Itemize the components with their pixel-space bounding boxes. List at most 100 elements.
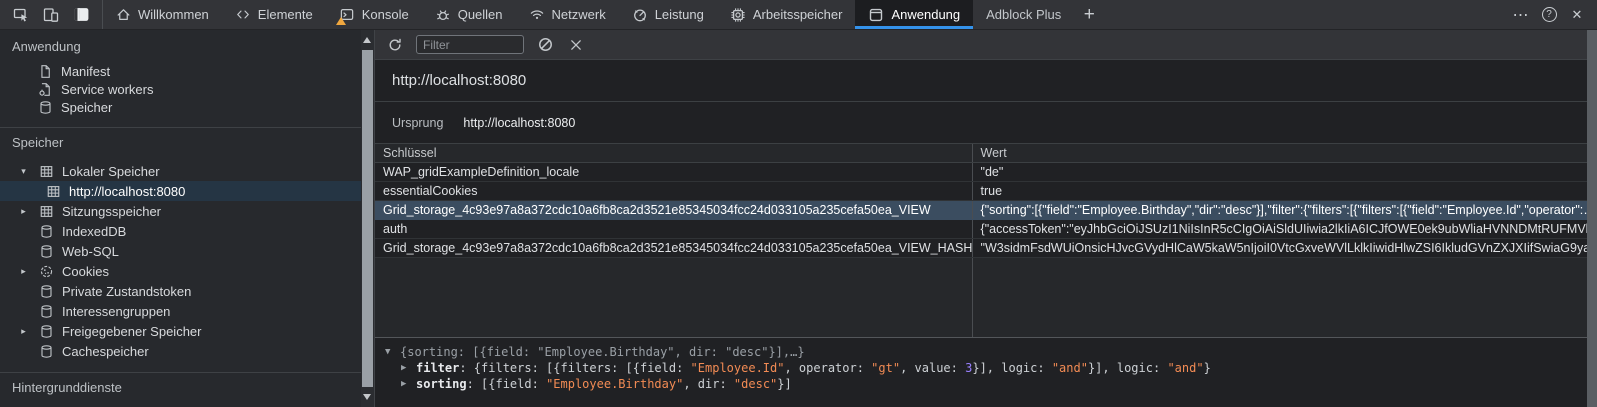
storage-key: Grid_storage_4c93e97a8a372cdc10a6fb8ca2d… [375, 239, 973, 257]
sidebar-scrollbar [361, 30, 374, 407]
sidebar-item-cookies[interactable]: ▸ Cookies [0, 261, 361, 281]
collapsed-arrow-icon[interactable]: ▶ [401, 376, 416, 392]
tab-arbeitsspeicher[interactable]: Arbeitsspeicher [717, 0, 856, 29]
storage-origin-title: http://localhost:8080 [375, 60, 1587, 102]
sidebar-item-lokaler-speicher[interactable]: ▾ Lokaler Speicher [0, 161, 361, 181]
sidebar-item-label: IndexedDB [62, 224, 126, 239]
tab-label: Anwendung [891, 7, 960, 22]
sidebar-item-label: Sitzungsspeicher [62, 204, 161, 219]
toolbar-icon-group [0, 0, 103, 29]
preview-sorting-property[interactable]: ▶ sorting: [{field: "Employee.Birthday",… [375, 376, 1587, 392]
tab-konsole[interactable]: Konsole [326, 0, 422, 29]
table-row[interactable]: auth {"accessToken":"eyJhbGciOiJSUzI1NiI… [375, 220, 1587, 239]
sidebar-item-indexeddb[interactable]: IndexedDB [0, 221, 361, 241]
storage-panel-toolbar [375, 30, 1587, 60]
sidebar-scrollbar-thumb[interactable] [362, 50, 373, 387]
wifi-icon [529, 7, 545, 22]
sidebar-item-service-workers[interactable]: Service workers [0, 80, 361, 98]
clear-all-icon[interactable] [535, 35, 555, 55]
sidebar-item-manifest[interactable]: Manifest [0, 62, 361, 80]
collapsed-arrow-icon[interactable]: ▶ [401, 360, 416, 376]
table-row[interactable]: essentialCookies true [375, 182, 1587, 201]
delete-selected-icon[interactable] [566, 35, 586, 55]
sidebar-item-label: Private Zustandstoken [62, 284, 191, 299]
filter-input[interactable] [416, 35, 524, 54]
refresh-icon[interactable] [385, 35, 405, 55]
preview-root-text: {sorting: [{field: "Employee.Birthday", … [400, 344, 805, 360]
inspect-element-icon[interactable] [6, 2, 36, 28]
database-icon [39, 284, 54, 299]
more-options-button[interactable]: ⋯ [1507, 2, 1535, 28]
table-header-row: Schlüssel Wert [375, 144, 1587, 163]
storage-value: {"sorting":[{"field":"Employee.Birthday"… [973, 201, 1587, 219]
tab-label: Netzwerk [552, 7, 606, 22]
device-toolbar-icon[interactable] [36, 2, 66, 28]
bug-icon [435, 7, 451, 23]
value-preview-pane: ▼ {sorting: [{field: "Employee.Birthday"… [375, 337, 1587, 407]
console-warning-badge-icon [336, 17, 346, 25]
sidebar-item-label: Cachespeicher [62, 344, 149, 359]
tab-leistung[interactable]: Leistung [619, 0, 717, 29]
console-icon [339, 7, 355, 22]
scroll-up-arrow-icon[interactable] [363, 37, 371, 43]
focus-dock-icon[interactable] [66, 2, 96, 28]
expand-arrow-icon[interactable]: ▾ [16, 166, 31, 177]
table-row-selected[interactable]: Grid_storage_4c93e97a8a372cdc10a6fb8ca2d… [375, 201, 1587, 220]
local-storage-panel: http://localhost:8080 Ursprung http://lo… [374, 30, 1587, 407]
database-icon [39, 224, 54, 239]
sidebar-item-web-sql[interactable]: Web-SQL [0, 241, 361, 261]
table-row[interactable]: WAP_gridExampleDefinition_locale "de" [375, 163, 1587, 182]
help-button[interactable]: ? [1535, 2, 1563, 28]
application-sidebar: Anwendung Manifest Service workers Speic… [0, 30, 361, 407]
cookie-icon [39, 264, 54, 279]
table-grid-icon [46, 184, 61, 199]
tab-anwendung[interactable]: Anwendung [855, 0, 973, 29]
origin-value: http://localhost:8080 [463, 116, 575, 130]
tab-quellen[interactable]: Quellen [422, 0, 516, 29]
panel-scrollbar-thumb[interactable] [1587, 30, 1597, 407]
expand-arrow-icon[interactable]: ▸ [16, 206, 31, 217]
tab-adblock-plus[interactable]: Adblock Plus [973, 0, 1074, 29]
storage-value: {"accessToken":"eyJhbGciOiJSUzI1NiIsInR5… [973, 220, 1587, 238]
scroll-down-arrow-icon[interactable] [363, 394, 371, 400]
sidebar-item-interessengruppen[interactable]: Interessengruppen [0, 301, 361, 321]
sidebar-item-label: Interessengruppen [62, 304, 170, 319]
origin-row[interactable]: Ursprung http://localhost:8080 [375, 102, 1587, 144]
tab-willkommen[interactable]: Willkommen [103, 0, 222, 29]
preview-sorting-text: sorting: [{field: "Employee.Birthday", d… [416, 376, 792, 392]
tabbar-right-controls: ⋯ ? ✕ [1507, 0, 1597, 29]
sidebar-item-label: Web-SQL [62, 244, 119, 259]
storage-key: essentialCookies [375, 182, 973, 200]
help-icon: ? [1542, 7, 1557, 22]
expand-arrow-icon[interactable]: ▸ [16, 326, 31, 337]
storage-value: "de" [973, 163, 1587, 181]
tab-label: Arbeitsspeicher [753, 7, 843, 22]
sidebar-item-speicher[interactable]: Speicher [0, 98, 361, 116]
expand-arrow-icon[interactable]: ▸ [16, 266, 31, 277]
sidebar-item-sitzungsspeicher[interactable]: ▸ Sitzungsspeicher [0, 201, 361, 221]
sidebar-item-cachespeicher[interactable]: Cachespeicher [0, 341, 361, 361]
gauge-icon [632, 7, 648, 23]
tab-netzwerk[interactable]: Netzwerk [516, 0, 619, 29]
sidebar-item-private-zustandstoken[interactable]: Private Zustandstoken [0, 281, 361, 301]
add-tab-button[interactable]: + [1074, 0, 1104, 29]
preview-filter-text: filter: {filters: [{filters: [{field: "E… [416, 360, 1211, 376]
close-icon: ✕ [1572, 7, 1583, 23]
memory-chip-icon [730, 7, 746, 23]
preview-root-object[interactable]: ▼ {sorting: [{field: "Employee.Birthday"… [375, 344, 1587, 360]
origin-label: Ursprung [392, 116, 443, 130]
sidebar-item-localhost-8080[interactable]: http://localhost:8080 [0, 181, 361, 201]
sidebar-divider [0, 127, 361, 128]
expanded-arrow-icon[interactable]: ▼ [385, 344, 400, 360]
sidebar-item-label: Freigegebener Speicher [62, 324, 201, 339]
devtools-window: Willkommen Elemente Konsole Quellen Netz… [0, 0, 1597, 407]
close-devtools-button[interactable]: ✕ [1563, 2, 1591, 28]
preview-filter-property[interactable]: ▶ filter: {filters: [{filters: [{field: … [375, 360, 1587, 376]
table-row[interactable]: Grid_storage_4c93e97a8a372cdc10a6fb8ca2d… [375, 239, 1587, 258]
sidebar-item-freigegebener-speicher[interactable]: ▸ Freigegebener Speicher [0, 321, 361, 341]
tab-label: Quellen [458, 7, 503, 22]
tab-label: Leistung [655, 7, 704, 22]
sidebar-item-label: Speicher [61, 100, 112, 115]
tab-label: Willkommen [138, 7, 209, 22]
tab-elemente[interactable]: Elemente [222, 0, 326, 29]
